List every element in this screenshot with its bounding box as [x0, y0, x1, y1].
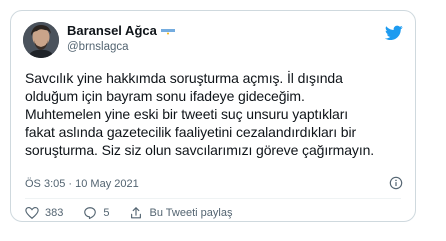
share-label: Bu Tweeti paylaş — [149, 207, 233, 219]
tweet-text-line: Savcılık yine hakkımda soruşturma açmış.… — [25, 70, 343, 86]
tweet-text-line: soruşturma. Siz siz olun savcılarımızı g… — [25, 142, 375, 158]
author-handle[interactable]: @brnslagca — [67, 41, 129, 53]
like-button[interactable]: 383 — [25, 206, 63, 220]
reply-bubble-icon — [84, 207, 97, 220]
tweet-text-line: olduğum için bayram sonu ifadeye gideceğ… — [25, 88, 305, 104]
share-tweet-button[interactable]: Bu Tweeti paylaş — [129, 206, 232, 220]
tweet-card[interactable]: Baransel Ağca @brnslagca Savcılık yine h… — [10, 10, 416, 222]
reply-count: 5 — [103, 207, 110, 219]
info-icon[interactable] — [389, 176, 403, 190]
tweet-text-line: fakat aslında gazetecilik faaliyetini ce… — [25, 124, 357, 140]
tweet-text-line: Muhtemelen yine eski bir tweeti suç unsu… — [25, 106, 349, 122]
tweet-timestamp[interactable]: ÖS 3:05 · 10 May 2021 — [25, 178, 139, 190]
like-count: 383 — [45, 207, 64, 219]
divider — [25, 198, 401, 199]
author-name-row[interactable]: Baransel Ağca — [67, 23, 175, 38]
tweet-text: Savcılık yine hakkımda soruşturma açmış.… — [25, 69, 405, 159]
avatar[interactable] — [23, 22, 59, 58]
share-upload-icon — [131, 207, 142, 219]
tweet-actions: 383 5 Bu Tweeti paylaş — [25, 206, 252, 220]
argentina-flag-icon — [160, 26, 175, 35]
heart-icon — [25, 207, 39, 219]
reply-button[interactable]: 5 — [83, 206, 109, 220]
author-display-name[interactable]: Baransel Ağca — [67, 23, 157, 38]
twitter-bird-icon[interactable] — [385, 25, 403, 41]
